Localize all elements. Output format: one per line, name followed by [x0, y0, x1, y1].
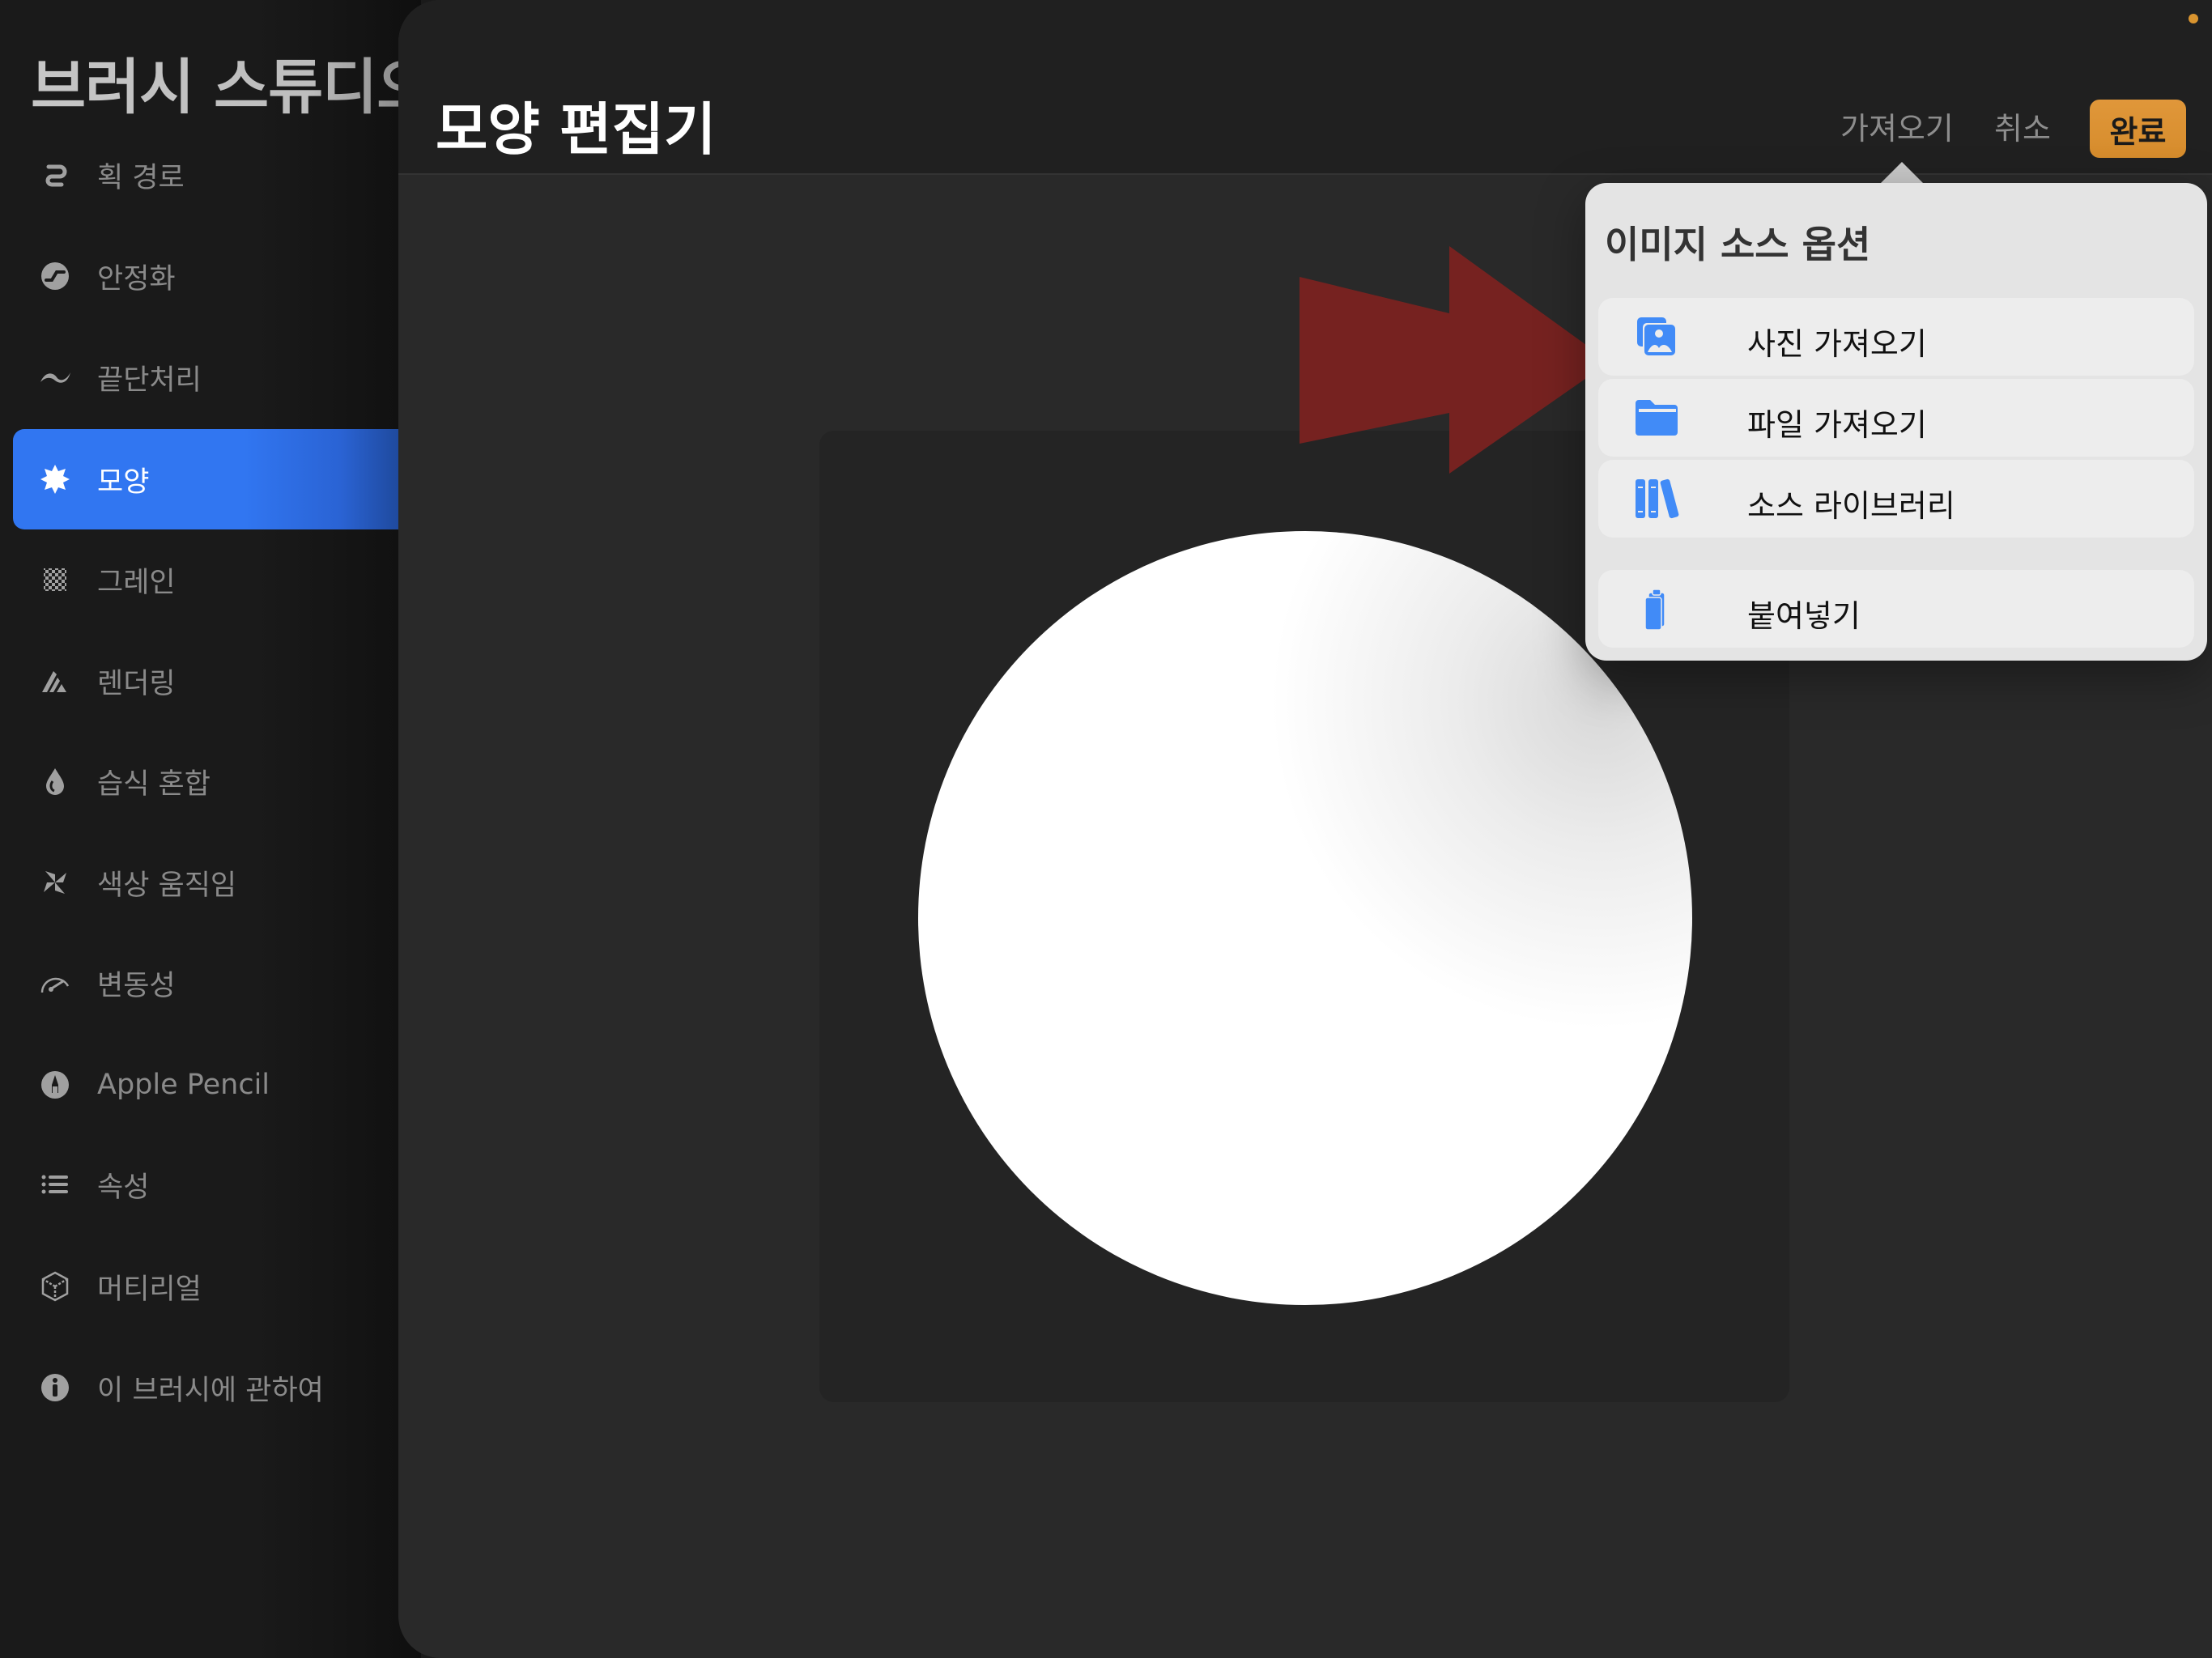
import-photo-label: 사진 가져오기: [1747, 326, 1927, 362]
popover-pointer: [1880, 162, 1924, 184]
popover-title: 이미지 소스 옵션: [1605, 223, 1871, 266]
sidebar-item-dynamics[interactable]: 변동성: [13, 933, 398, 1033]
sidebar-item-label: 획 경로: [97, 161, 185, 194]
taper-icon: [39, 361, 71, 393]
shape-preview-circle: [918, 531, 1692, 1305]
folder-icon: [1634, 397, 1679, 439]
sidebar-item-wet-mix[interactable]: 습식 혼합: [13, 731, 398, 831]
sidebar-item-grain[interactable]: 그레인: [13, 529, 398, 630]
sidebar-item-label: 머티리얼: [97, 1273, 202, 1306]
stroke-path-icon: [39, 159, 71, 191]
sidebar: 브러시 스튜디오 획 경로 안정화 끝단처리 모양 그레인 렌더링 습식 혼합 …: [0, 0, 432, 1658]
photos-icon: [1634, 316, 1679, 358]
sidebar-item-shape[interactable]: 모양: [13, 429, 398, 529]
sidebar-item-label: 안정화: [97, 262, 176, 295]
clipboard-icon: [1634, 588, 1679, 631]
properties-icon: [39, 1168, 71, 1201]
import-photo-option[interactable]: 사진 가져오기: [1598, 298, 2194, 376]
color-dynamics-icon: [39, 866, 71, 899]
sidebar-item-taper[interactable]: 끝단처리: [13, 327, 398, 427]
paste-label: 붙여넣기: [1747, 598, 1861, 634]
image-source-popover: 이미지 소스 옵션 사진 가져오기 파일 가져오기 소스 라이브러리 붙여넣기: [1585, 183, 2207, 661]
sidebar-item-label: 렌더링: [97, 667, 176, 700]
sidebar-item-label: 속성: [97, 1171, 150, 1204]
sidebar-item-label: 색상 움직임: [97, 869, 237, 902]
apple-pencil-icon: [39, 1069, 71, 1101]
import-file-option[interactable]: 파일 가져오기: [1598, 379, 2194, 457]
sidebar-item-label: Apple Pencil: [97, 1069, 270, 1101]
stabilization-icon: [39, 260, 71, 292]
materials-icon: [39, 1270, 71, 1303]
sidebar-item-stroke-path[interactable]: 획 경로: [13, 125, 398, 225]
sidebar-item-about[interactable]: 이 브러시에 관하여: [13, 1337, 398, 1438]
status-indicator-dot: [2189, 14, 2198, 23]
shape-icon: [39, 463, 71, 495]
page-title: 모양 편집기: [436, 96, 717, 163]
grain-icon: [39, 563, 71, 596]
info-icon: [39, 1371, 71, 1404]
import-button[interactable]: 가져오기: [1840, 104, 1954, 148]
library-icon: [1634, 478, 1679, 520]
sidebar-item-label: 이 브러시에 관하여: [97, 1374, 324, 1407]
sidebar-title: 브러시 스튜디오: [31, 39, 432, 125]
import-file-label: 파일 가져오기: [1747, 407, 1927, 443]
sidebar-item-apple-pencil[interactable]: Apple Pencil: [13, 1035, 398, 1135]
sidebar-item-properties[interactable]: 속성: [13, 1134, 398, 1235]
sidebar-item-label: 그레인: [97, 566, 176, 599]
done-button[interactable]: 완료: [2090, 100, 2186, 158]
sidebar-item-label: 모양: [97, 466, 150, 499]
paste-option[interactable]: 붙여넣기: [1598, 570, 2194, 648]
source-library-option[interactable]: 소스 라이브러리: [1598, 460, 2194, 538]
panel-header: 모양 편집기 가져오기 취소 완료: [398, 0, 2212, 175]
annotation-arrow-icon: [1300, 246, 1610, 474]
sidebar-item-label: 변동성: [97, 969, 176, 1002]
sidebar-item-materials[interactable]: 머티리얼: [13, 1236, 398, 1337]
source-library-label: 소스 라이브러리: [1747, 488, 1955, 524]
cancel-button[interactable]: 취소: [1994, 104, 2051, 148]
sidebar-item-label: 습식 혼합: [97, 767, 211, 801]
sidebar-item-label: 끝단처리: [97, 363, 202, 397]
wet-mix-icon: [39, 765, 71, 797]
sidebar-item-color-dynamics[interactable]: 색상 움직임: [13, 832, 398, 933]
rendering-icon: [39, 665, 71, 697]
sidebar-item-rendering[interactable]: 렌더링: [13, 631, 398, 731]
dynamics-icon: [39, 967, 71, 999]
sidebar-item-stabilization[interactable]: 안정화: [13, 226, 398, 326]
